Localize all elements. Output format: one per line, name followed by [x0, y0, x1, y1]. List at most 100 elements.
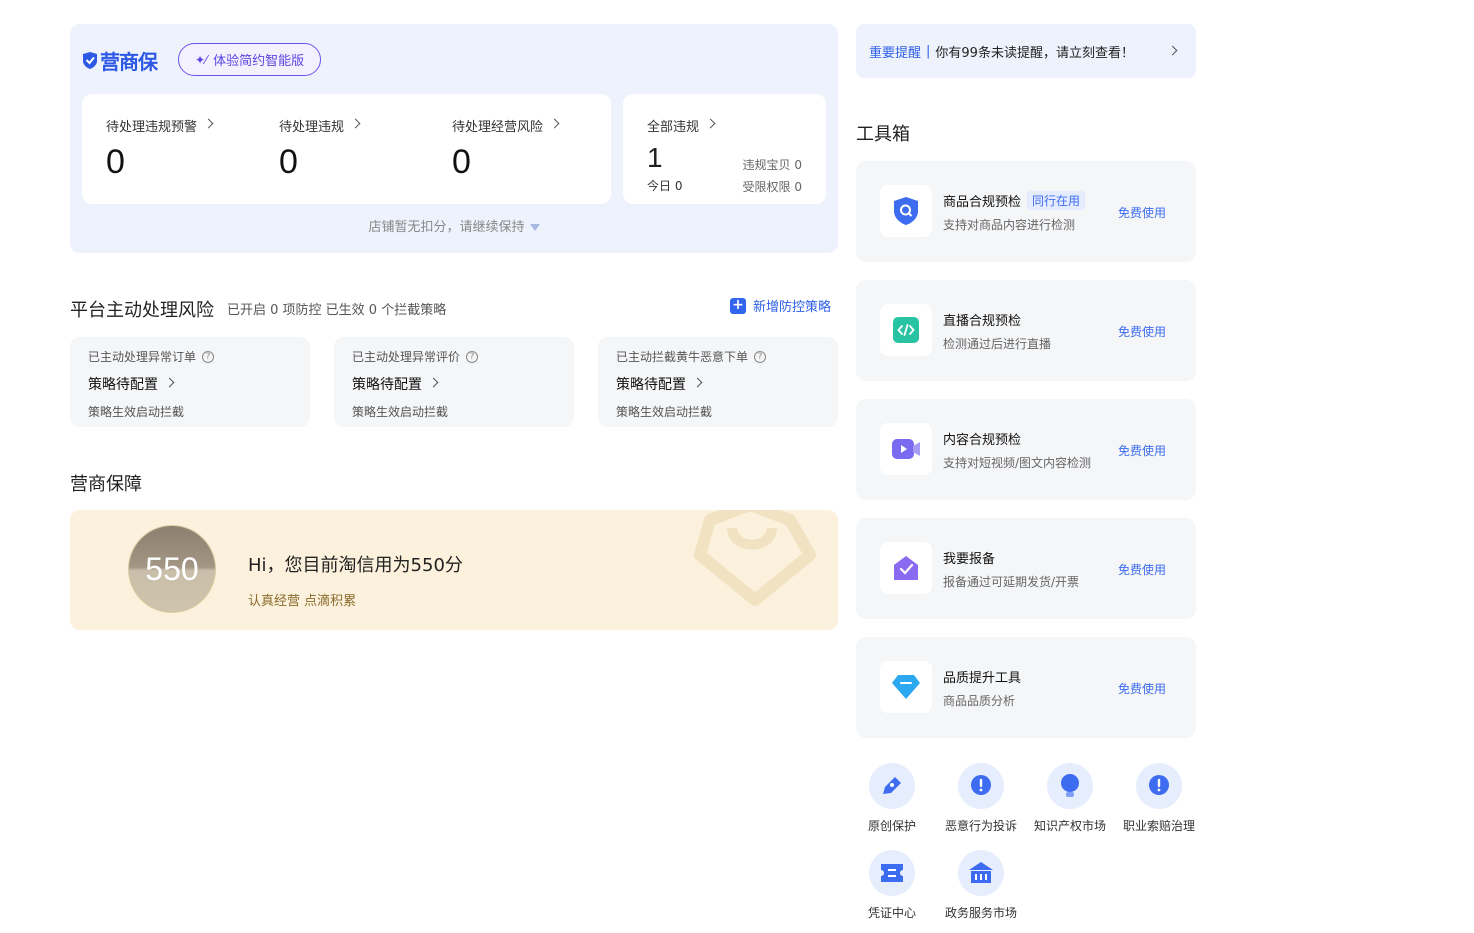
shield-search-icon [880, 185, 932, 237]
shortcut-malicious-complaint[interactable]: 恶意行为投诉 [941, 763, 1021, 834]
upgrade-label: 体验简约智能版 [213, 54, 305, 69]
configure-policy-link[interactable]: 策略待配置 [88, 374, 175, 394]
alert-bubble-icon [1136, 763, 1182, 809]
mail-check-icon [880, 542, 932, 594]
risk-card-status: 策略待配置 [352, 377, 422, 393]
stat-pending-warnings[interactable]: 待处理违规预警 0 [106, 116, 214, 182]
brand-name: 营商保 [100, 50, 158, 74]
free-use-link[interactable]: 免费使用 [1118, 561, 1166, 578]
stat-pending-violations[interactable]: 待处理违规 0 [279, 116, 361, 182]
risk-card-desc: 策略生效启动拦截 [88, 405, 185, 419]
video-icon [880, 423, 932, 475]
risk-card-orders: 已主动处理异常订单? 策略待配置 策略生效启动拦截 [70, 337, 310, 427]
shortcut-label: 凭证中心 [867, 906, 916, 920]
deduction-text: 店铺暂无扣分，请继续保持 [368, 220, 525, 235]
help-icon[interactable]: ? [754, 350, 767, 363]
free-use-link[interactable]: 免费使用 [1118, 442, 1166, 459]
risk-card-status: 策略待配置 [88, 377, 158, 393]
risk-card-scalpers: 已主动拦截黄牛恶意下单? 策略待配置 策略生效启动拦截 [598, 337, 838, 427]
stat-label: 待处理违规预警 [106, 120, 198, 135]
diamond-icon [880, 661, 932, 713]
risk-card-title: 已主动拦截黄牛恶意下单 [616, 350, 749, 364]
plus-icon: + [730, 297, 746, 314]
try-simple-version-button[interactable]: ✦⁄ 体验简约智能版 [178, 43, 322, 76]
tool-desc: 报备通过可延期发货/开票 [943, 575, 1080, 589]
code-icon [880, 304, 932, 356]
chevron-right-icon [350, 118, 361, 129]
ticket-icon [869, 850, 915, 896]
violating-items-count: 违规宝贝 0 [742, 158, 802, 172]
free-use-link[interactable]: 免费使用 [1118, 204, 1166, 221]
risk-section-subtitle: 已开启 0 项防控 已生效 0 个拦截策略 [227, 303, 447, 318]
tool-desc: 支持对短视频/图文内容检测 [943, 456, 1092, 470]
chevron-right-icon [692, 377, 703, 387]
risk-card-desc: 策略生效启动拦截 [616, 405, 713, 419]
chevron-right-icon [705, 118, 716, 129]
chevron-right-icon [549, 118, 560, 129]
alert-bubble-icon [958, 763, 1004, 809]
risk-card-title: 已主动处理异常订单 [88, 350, 197, 364]
configure-policy-link[interactable]: 策略待配置 [352, 374, 439, 394]
shortcut-gov-service-market[interactable]: 政务服务市场 [941, 850, 1021, 921]
deduction-note[interactable]: 店铺暂无扣分，请继续保持 [70, 216, 838, 235]
shortcut-claim-governance[interactable]: 职业索赔治理 [1119, 763, 1199, 834]
notice-label: 重要提醒 [869, 45, 922, 61]
risk-card-reviews: 已主动处理异常评价? 策略待配置 策略生效启动拦截 [334, 337, 574, 427]
credit-score-badge: 550 [128, 525, 216, 613]
add-policy-label: 新增防控策略 [753, 300, 832, 315]
help-icon[interactable]: ? [202, 350, 215, 363]
guarantee-title: 营商保障 [70, 474, 142, 495]
risk-card-title: 已主动处理异常评价 [352, 350, 461, 364]
stat-label: 待处理经营风险 [452, 120, 544, 135]
stat-pending-risks[interactable]: 待处理经营风险 0 [452, 116, 560, 182]
tool-name: 直播合规预检 [943, 314, 1022, 329]
chevron-right-icon [428, 377, 439, 387]
chevron-right-icon [1167, 45, 1178, 56]
shortcut-label: 政务服务市场 [944, 906, 1017, 920]
risk-section-title: 平台主动处理风险 [70, 300, 214, 321]
shield-logo-icon [83, 51, 97, 69]
help-icon[interactable]: ? [466, 350, 479, 363]
toolbox-title: 工具箱 [856, 124, 910, 145]
peer-using-badge: 同行在用 [1027, 191, 1086, 210]
free-use-link[interactable]: 免费使用 [1118, 680, 1166, 697]
tool-report-filing: 我要报备 报备通过可延期发货/开票 免费使用 [856, 518, 1196, 619]
all-violations-value: 1 [647, 142, 663, 173]
tool-name: 品质提升工具 [943, 671, 1022, 686]
tool-name: 商品合规预检 [943, 195, 1022, 210]
building-icon [958, 850, 1004, 896]
stat-value: 0 [279, 143, 298, 181]
notice-separator: | [926, 43, 931, 59]
tool-desc: 检测通过后进行直播 [943, 337, 1052, 351]
notice-message: 你有99条未读提醒，请立刻查看！ [935, 45, 1134, 61]
shortcut-ip-market[interactable]: 知识产权市场 [1030, 763, 1110, 834]
shortcut-label: 恶意行为投诉 [944, 819, 1017, 833]
chevron-right-icon [203, 118, 214, 129]
important-notice-bar[interactable]: 重要提醒 | 你有99条未读提醒，请立刻查看！ [856, 24, 1196, 78]
tool-name: 内容合规预检 [943, 433, 1022, 448]
tool-content-precheck: 内容合规预检 支持对短视频/图文内容检测 免费使用 [856, 399, 1196, 500]
credit-slogan: 认真经营 点滴积累 [248, 594, 357, 609]
pen-icon [869, 763, 915, 809]
risk-card-status: 策略待配置 [616, 377, 686, 393]
all-violations-panel[interactable]: 全部违规 1 今日 0 违规宝贝 0 受限权限 0 [623, 94, 826, 204]
shortcut-original-protection[interactable]: 原创保护 [852, 763, 932, 834]
stat-label: 待处理违规 [279, 120, 345, 135]
shortcut-voucher-center[interactable]: 凭证中心 [852, 850, 932, 921]
sparkle-icon: ✦⁄ [195, 52, 208, 67]
stat-value: 0 [106, 143, 125, 181]
all-violations-label: 全部违规 [647, 120, 700, 135]
tool-product-precheck: 商品合规预检 同行在用 支持对商品内容进行检测 免费使用 [856, 161, 1196, 262]
add-policy-button[interactable]: + 新增防控策略 [730, 296, 831, 315]
tool-desc: 商品品质分析 [943, 694, 1016, 708]
free-use-link[interactable]: 免费使用 [1118, 323, 1166, 340]
brand-logo: 营商保 [82, 46, 158, 75]
tool-quality-improve: 品质提升工具 商品品质分析 免费使用 [856, 637, 1196, 738]
pending-stats-panel: 待处理违规预警 0 待处理违规 0 待处理经营风险 0 [82, 94, 611, 204]
shortcut-label: 原创保护 [867, 819, 916, 833]
tool-name: 我要报备 [943, 552, 996, 567]
configure-policy-link[interactable]: 策略待配置 [616, 374, 703, 394]
credit-greeting: Hi，您目前淘信用为550分 [248, 555, 463, 576]
stat-value: 0 [452, 143, 471, 181]
restricted-permissions-count: 受限权限 0 [742, 180, 802, 194]
